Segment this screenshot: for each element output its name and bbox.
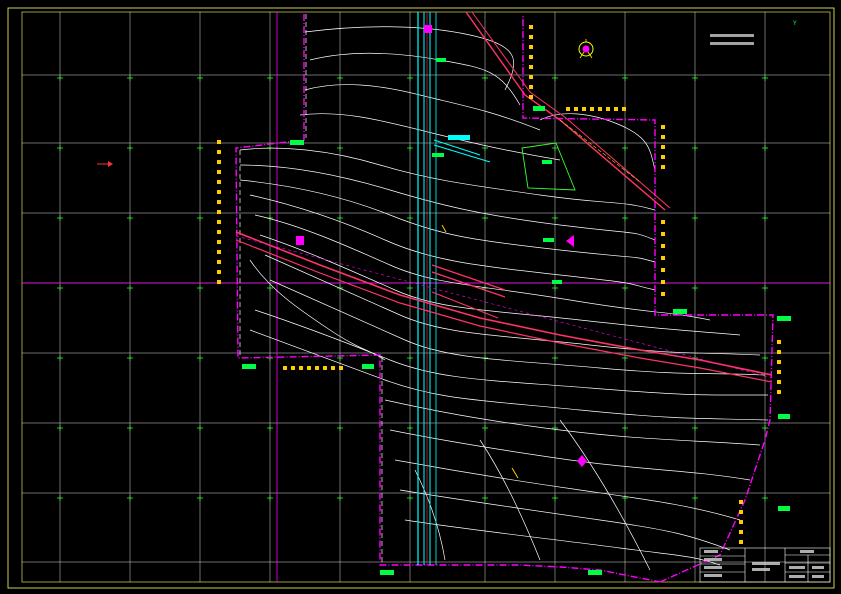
label-glyph xyxy=(217,260,221,264)
label-glyph xyxy=(661,165,665,169)
label-glyph xyxy=(661,244,665,248)
label-glyph xyxy=(661,232,665,236)
label-glyph xyxy=(614,107,618,111)
label-glyph xyxy=(777,380,781,384)
label-glyph xyxy=(283,366,287,370)
label-glyph xyxy=(529,55,533,59)
label-glyph xyxy=(529,65,533,69)
label-glyph xyxy=(291,366,295,370)
label-glyph xyxy=(739,520,743,524)
label-glyph xyxy=(739,500,743,504)
north-mark: Y xyxy=(792,20,797,27)
label-glyph xyxy=(574,107,578,111)
label-glyph xyxy=(582,107,586,111)
label-glyph xyxy=(566,107,570,111)
label-glyph xyxy=(661,155,665,159)
label-glyph xyxy=(529,25,533,29)
label-glyph xyxy=(661,280,665,284)
label-glyph xyxy=(777,350,781,354)
label-glyph xyxy=(217,180,221,184)
label-glyph xyxy=(217,230,221,234)
label-glyph xyxy=(529,75,533,79)
label-glyph xyxy=(217,160,221,164)
label-glyph xyxy=(217,220,221,224)
label-glyph xyxy=(529,35,533,39)
label-glyph xyxy=(590,107,594,111)
label-glyph xyxy=(217,270,221,274)
label-glyph xyxy=(661,220,665,224)
label-glyph xyxy=(299,366,303,370)
label-glyph xyxy=(217,200,221,204)
label-glyph xyxy=(217,250,221,254)
label-glyph xyxy=(598,107,602,111)
label-glyph xyxy=(339,366,343,370)
label-glyph xyxy=(661,135,665,139)
label-glyph xyxy=(529,85,533,89)
label-glyph xyxy=(661,292,665,296)
label-glyph xyxy=(606,107,610,111)
cad-drawing-canvas: Y xyxy=(0,0,841,594)
label-glyph xyxy=(217,150,221,154)
label-glyph xyxy=(661,145,665,149)
label-glyph xyxy=(217,190,221,194)
label-glyph xyxy=(315,366,319,370)
label-glyph xyxy=(217,170,221,174)
label-glyph xyxy=(777,370,781,374)
label-glyph xyxy=(217,240,221,244)
label-glyph xyxy=(529,45,533,49)
label-glyph xyxy=(622,107,626,111)
label-glyph xyxy=(331,366,335,370)
label-glyph xyxy=(217,210,221,214)
label-glyph xyxy=(777,340,781,344)
label-glyph xyxy=(661,125,665,129)
label-glyph xyxy=(739,530,743,534)
label-glyph xyxy=(217,280,221,284)
label-glyph xyxy=(529,95,533,99)
marker-square xyxy=(296,236,304,245)
label-glyph xyxy=(323,366,327,370)
label-glyph xyxy=(739,510,743,514)
label-glyph xyxy=(307,366,311,370)
label-glyph xyxy=(217,140,221,144)
drawing-background xyxy=(0,0,841,594)
label-glyph xyxy=(661,256,665,260)
label-glyph xyxy=(739,540,743,544)
label-glyph xyxy=(777,360,781,364)
label-glyph xyxy=(777,390,781,394)
label-glyph xyxy=(661,268,665,272)
